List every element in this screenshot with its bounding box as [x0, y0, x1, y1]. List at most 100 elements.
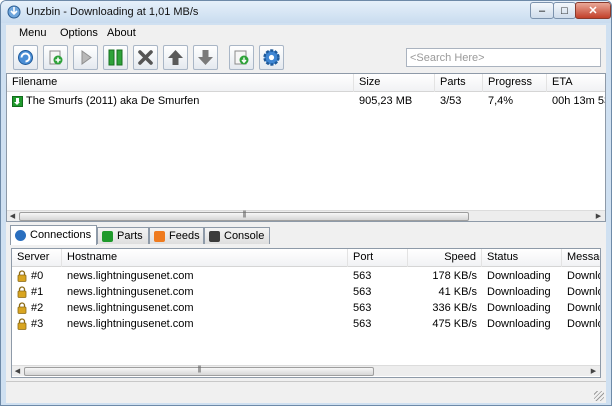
download-filename: The Smurfs (2011) aka De Smurfen [26, 95, 200, 107]
close-button[interactable]: ✕ [575, 2, 611, 19]
refresh-icon [18, 50, 33, 65]
column-port[interactable]: Port [348, 249, 408, 267]
connection-message: Downloading [567, 270, 600, 282]
import-icon [234, 50, 249, 65]
pause-button[interactable] [103, 45, 128, 70]
tab-console-label: Console [224, 230, 265, 242]
title-bar[interactable]: Unzbin - Downloading at 1,01 MB/s – □ ✕ [1, 1, 611, 23]
maximize-button[interactable]: □ [553, 2, 576, 19]
connection-row[interactable]: #2 news.lightningusenet.com 563 336 KB/s… [12, 300, 600, 316]
connection-message: Downloading [567, 318, 600, 330]
settings-button[interactable] [259, 45, 284, 70]
connection-port: 563 [353, 302, 372, 314]
move-down-button[interactable] [193, 45, 218, 70]
connection-server: #3 [31, 318, 44, 330]
connection-port: 563 [353, 286, 372, 298]
connection-server: #1 [31, 286, 44, 298]
connection-row[interactable]: #1 news.lightningusenet.com 563 41 KB/s … [12, 284, 600, 300]
tab-connections[interactable]: Connections [10, 225, 97, 245]
scroll-left-arrow-icon[interactable]: ◀ [8, 212, 17, 221]
tab-console[interactable]: Console [204, 227, 270, 244]
column-progress[interactable]: Progress [483, 74, 547, 92]
connection-status: Downloading [487, 286, 551, 298]
play-icon [81, 50, 92, 65]
move-down-icon [198, 50, 213, 65]
connection-status: Downloading [487, 318, 551, 330]
window-title: Unzbin - Downloading at 1,01 MB/s [26, 6, 199, 18]
tab-connections-label: Connections [30, 229, 92, 241]
column-speed[interactable]: Speed [408, 249, 482, 267]
connection-hostname: news.lightningusenet.com [67, 302, 194, 314]
delete-button[interactable] [133, 45, 158, 70]
column-message[interactable]: Message [562, 249, 600, 267]
move-up-button[interactable] [163, 45, 188, 70]
connection-server: #2 [31, 302, 44, 314]
import-button[interactable] [229, 45, 254, 70]
scroll-right-arrow-icon[interactable]: ▶ [589, 367, 598, 376]
connections-hscrollbar[interactable]: ◀ ||| ▶ [12, 365, 600, 376]
download-row[interactable]: The Smurfs (2011) aka De Smurfen 905,23 … [7, 93, 605, 109]
menu-item-options[interactable]: Options [60, 27, 98, 39]
connection-message: Downloading [567, 302, 600, 314]
console-icon [209, 231, 220, 242]
scroll-right-arrow-icon[interactable]: ▶ [594, 212, 603, 221]
connection-port: 563 [353, 270, 372, 282]
connections-list: Server Hostname Port Speed Status Messag… [11, 248, 601, 378]
downloads-list: Filename Size Parts Progress ETA The Smu… [6, 73, 606, 222]
app-logo-icon [7, 5, 21, 19]
rss-icon [154, 231, 165, 242]
tab-feeds-label: Feeds [169, 230, 200, 242]
downloads-header: Filename Size Parts Progress ETA [7, 74, 605, 92]
downloads-hscrollbar[interactable]: ◀ ||| ▶ [7, 210, 605, 221]
connection-speed: 41 KB/s [438, 286, 477, 298]
downloads-scroll-thumb[interactable]: ||| [19, 211, 469, 221]
move-up-icon [168, 50, 183, 65]
column-parts[interactable]: Parts [435, 74, 483, 92]
resize-grip-icon[interactable] [594, 391, 604, 401]
download-parts: 3/53 [440, 95, 462, 107]
connection-hostname: news.lightningusenet.com [67, 318, 194, 330]
column-eta[interactable]: ETA [547, 74, 605, 92]
connection-server: #0 [31, 270, 44, 282]
download-eta: 00h 13m 53s [552, 95, 605, 107]
connection-hostname: news.lightningusenet.com [67, 270, 194, 282]
tab-feeds[interactable]: Feeds [149, 227, 204, 244]
status-bar [6, 381, 606, 403]
add-icon [49, 50, 63, 65]
connection-speed: 475 KB/s [432, 318, 477, 330]
settings-icon [263, 49, 280, 66]
menu-bar: Menu Options About [6, 25, 606, 42]
app-window: Unzbin - Downloading at 1,01 MB/s – □ ✕ … [0, 0, 612, 406]
minimize-button[interactable]: – [530, 2, 554, 19]
column-status[interactable]: Status [482, 249, 562, 267]
refresh-button[interactable] [13, 45, 38, 70]
scroll-left-arrow-icon[interactable]: ◀ [13, 367, 22, 376]
add-download-button[interactable] [43, 45, 68, 70]
column-size[interactable]: Size [354, 74, 435, 92]
pause-icon [108, 49, 123, 66]
connection-port: 563 [353, 318, 372, 330]
delete-icon [138, 50, 153, 65]
connection-row[interactable]: #0 news.lightningusenet.com 563 178 KB/s… [12, 268, 600, 284]
connection-message: Downloading [567, 286, 600, 298]
column-filename[interactable]: Filename [7, 74, 354, 92]
menu-item-about[interactable]: About [107, 27, 136, 39]
search-input[interactable] [406, 48, 601, 67]
column-server[interactable]: Server [12, 249, 62, 267]
connection-speed: 336 KB/s [432, 302, 477, 314]
connections-header: Server Hostname Port Speed Status Messag… [12, 249, 600, 267]
download-size: 905,23 MB [359, 95, 413, 107]
tab-parts-label: Parts [117, 230, 143, 242]
tab-parts[interactable]: Parts [97, 227, 149, 244]
connections-icon [15, 230, 26, 241]
detail-tabs: Connections Parts Feeds Console [6, 225, 606, 245]
connections-scroll-thumb[interactable]: ||| [24, 366, 374, 376]
connection-status: Downloading [487, 270, 551, 282]
toolbar [6, 42, 606, 73]
connection-row[interactable]: #3 news.lightningusenet.com 563 475 KB/s… [12, 316, 600, 332]
menu-item-menu[interactable]: Menu [19, 27, 47, 39]
resume-button[interactable] [73, 45, 98, 70]
parts-icon [102, 231, 113, 242]
connection-status: Downloading [487, 302, 551, 314]
column-hostname[interactable]: Hostname [62, 249, 348, 267]
